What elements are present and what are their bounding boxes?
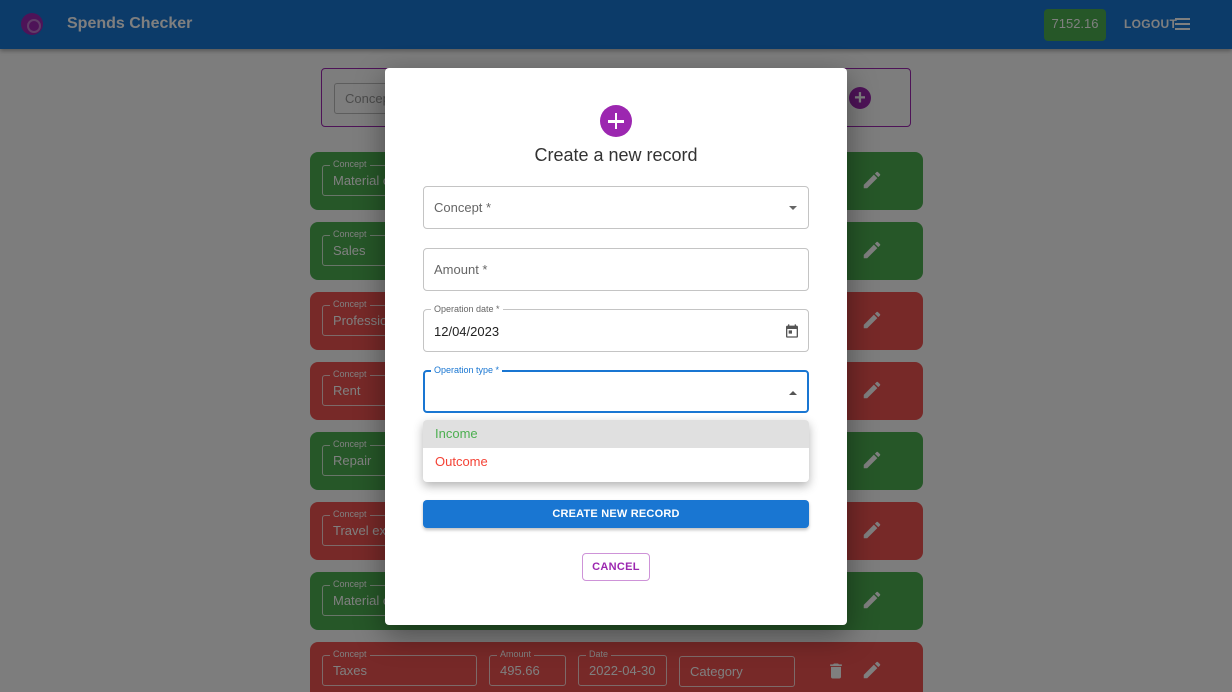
amount-input[interactable]: Amount *: [423, 248, 809, 291]
cancel-button[interactable]: CANCEL: [582, 553, 650, 581]
chevron-down-icon: [789, 206, 797, 210]
operation-date-value: 12/04/2023: [434, 324, 500, 339]
concept-placeholder: Concept *: [434, 200, 492, 215]
create-record-dialog: Create a new record Concept * Amount * O…: [385, 68, 847, 625]
option-income[interactable]: Income: [423, 420, 809, 448]
operation-date-input[interactable]: Operation date * 12/04/2023: [423, 303, 809, 352]
chevron-up-icon: [789, 391, 797, 395]
dialog-title: Create a new record: [534, 145, 698, 165]
operation-date-label: Operation date *: [431, 303, 503, 315]
operation-type-label: Operation type *: [431, 364, 503, 376]
concept-select[interactable]: Concept *: [423, 186, 809, 229]
create-record-button[interactable]: CREATE NEW RECORD: [423, 500, 809, 528]
amount-placeholder: Amount *: [434, 262, 488, 277]
operation-type-select[interactable]: Operation type *: [423, 364, 809, 413]
option-outcome[interactable]: Outcome: [423, 448, 809, 476]
calendar-icon[interactable]: [784, 323, 800, 339]
add-circle-icon: [600, 105, 632, 137]
operation-type-menu: Income Outcome: [423, 420, 809, 482]
